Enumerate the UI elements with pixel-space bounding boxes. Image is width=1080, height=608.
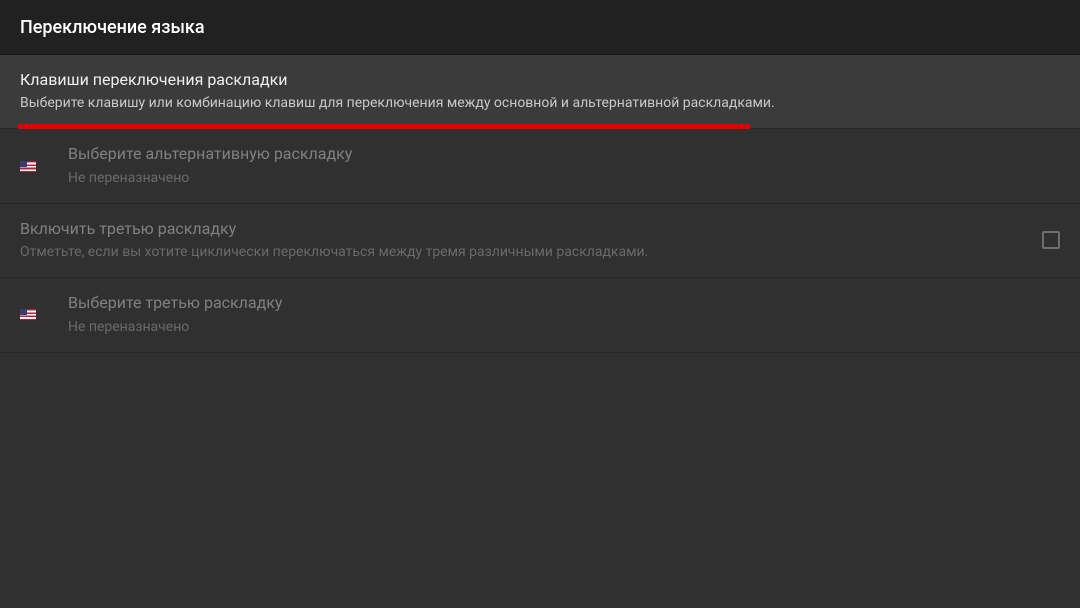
- header-bar: Переключение языка: [0, 0, 1080, 55]
- row-third-layout[interactable]: Выберите третью раскладку Не переназначе…: [0, 278, 1080, 352]
- row-switch-keys-title: Клавиши переключения раскладки: [20, 69, 1060, 91]
- row-third-layout-text: Выберите третью раскладку Не переназначе…: [68, 292, 1060, 337]
- row-enable-third-subtitle: Отметьте, если вы хотите циклически пере…: [20, 242, 1022, 263]
- row-switch-keys-subtitle: Выберите клавишу или комбинацию клавиш д…: [20, 93, 1060, 114]
- row-switch-keys[interactable]: Клавиши переключения раскладки Выберите …: [0, 55, 1080, 129]
- row-enable-third-title: Включить третью раскладку: [20, 218, 1022, 240]
- us-flag-icon: [20, 309, 36, 320]
- row-alt-layout-title: Выберите альтернативную раскладку: [68, 143, 1060, 165]
- row-third-layout-title: Выберите третью раскладку: [68, 292, 1060, 314]
- row-alt-layout-text: Выберите альтернативную раскладку Не пер…: [68, 143, 1060, 188]
- us-flag-icon: [20, 161, 36, 172]
- row-enable-third[interactable]: Включить третью раскладку Отметьте, если…: [0, 204, 1080, 278]
- row-third-layout-subtitle: Не переназначено: [68, 317, 1060, 338]
- enable-third-checkbox[interactable]: [1042, 231, 1060, 249]
- row-alt-layout-subtitle: Не переназначено: [68, 168, 1060, 189]
- page-title: Переключение языка: [20, 17, 205, 38]
- row-alt-layout[interactable]: Выберите альтернативную раскладку Не пер…: [0, 129, 1080, 203]
- row-enable-third-text: Включить третью раскладку Отметьте, если…: [20, 218, 1022, 263]
